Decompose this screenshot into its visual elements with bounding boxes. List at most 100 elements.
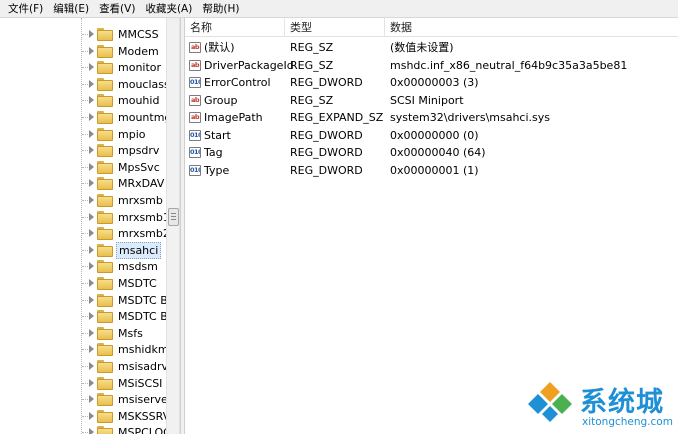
folder-icon [97, 111, 113, 124]
value-type: REG_DWORD [290, 146, 363, 159]
folder-icon [97, 44, 113, 58]
folder-icon [97, 127, 113, 141]
value-name: Group [204, 93, 238, 107]
expand-arrow-icon[interactable] [89, 345, 94, 354]
tree-item[interactable]: mouclass [0, 76, 166, 93]
tree-item[interactable]: MSPCLOC [0, 424, 166, 434]
column-header-data[interactable]: 数据 [385, 18, 678, 37]
value-row[interactable]: 010 Start REG_DWORD 0x00000000 (0) [185, 127, 678, 145]
expand-arrow-icon[interactable] [89, 362, 94, 370]
tree-item[interactable]: mrxsmb20 [0, 225, 166, 242]
menu-item[interactable]: 文件(F) [3, 0, 48, 18]
expand-arrow-icon[interactable] [89, 146, 94, 155]
tree-connector [82, 316, 88, 318]
value-row[interactable]: ab (默认) REG_SZ (数值未设置) [185, 39, 678, 57]
tree-connector [82, 399, 88, 401]
value-type: REG_DWORD [290, 163, 363, 177]
expand-arrow-icon[interactable] [89, 30, 94, 38]
expand-arrow-icon[interactable] [89, 245, 94, 254]
menu-item[interactable]: 帮助(H) [197, 0, 244, 18]
expand-arrow-icon[interactable] [89, 378, 94, 387]
string-value-icon: ab [189, 59, 201, 71]
tree-item-label: Msfs [118, 326, 143, 340]
tree-item[interactable]: MSKSSRV [0, 408, 166, 425]
expand-arrow-icon[interactable] [89, 262, 94, 271]
tree-item[interactable]: mouhid [0, 92, 166, 109]
value-row[interactable]: ab Group REG_SZ SCSI Miniport [185, 92, 678, 110]
expand-arrow-icon[interactable] [89, 328, 94, 337]
expand-arrow-icon[interactable] [89, 79, 94, 88]
tree-item[interactable]: MSiSCSI [0, 375, 166, 392]
tree-item[interactable]: mshidkmc [0, 341, 166, 358]
value-row[interactable]: ab DriverPackageId REG_SZ mshdc.inf_x86_neu… [185, 57, 678, 75]
expand-arrow-icon[interactable] [89, 63, 94, 72]
tree-item[interactable]: MSDTC Br [0, 308, 166, 325]
folder-icon [97, 61, 113, 75]
tree-item[interactable]: msisadrv [0, 358, 166, 375]
tree-item[interactable]: mountmg [0, 109, 166, 126]
expand-arrow-icon[interactable] [89, 229, 94, 238]
tree-item[interactable]: mpio [0, 126, 166, 143]
string-value-icon: ab [189, 112, 201, 123]
tree-item[interactable]: monitor [0, 59, 166, 76]
expand-arrow-icon[interactable] [89, 312, 94, 321]
tree-item[interactable]: MpsSvc [0, 159, 166, 176]
tree-item[interactable]: msahci [0, 241, 166, 259]
tree-item-label: MSiSCSI [118, 376, 163, 390]
tree-item[interactable]: msiserver [0, 391, 166, 408]
tree-item[interactable]: mrxsmb [0, 192, 166, 209]
tree-item[interactable]: mpsdrv [0, 142, 166, 159]
binary-value-icon: 010 [189, 77, 201, 88]
value-data: 0x00000001 (1) [390, 163, 479, 177]
tree-vertical-scrollbar[interactable] [166, 18, 180, 434]
expand-arrow-icon[interactable] [89, 295, 94, 304]
expand-arrow-icon[interactable] [89, 179, 94, 188]
expand-arrow-icon[interactable] [89, 46, 94, 55]
expand-arrow-icon[interactable] [89, 212, 94, 221]
tree-connector [82, 299, 88, 301]
menu-item[interactable]: 编辑(E) [48, 0, 94, 18]
scrollbar-thumb[interactable] [168, 208, 179, 226]
registry-values-list[interactable]: 名称 类型 数据 ab (默认) REG_SZ (数值未设置) ab DriverPack… [185, 18, 678, 434]
expand-arrow-icon[interactable] [89, 279, 94, 287]
value-type: REG_DWORD [290, 128, 363, 142]
menu-item[interactable]: 查看(V) [94, 0, 140, 18]
expand-arrow-icon[interactable] [89, 428, 94, 434]
tree-item[interactable]: MSDTC Br [0, 292, 166, 309]
menu-item[interactable]: 收藏夹(A) [140, 0, 197, 18]
tree-item[interactable]: MMCSS [0, 26, 166, 43]
tree-item[interactable]: mrxsmb10 [0, 209, 166, 226]
column-header-name[interactable]: 名称 [185, 18, 285, 37]
binary-value-icon: 010 [189, 164, 201, 176]
binary-value-icon: 010 [189, 129, 201, 141]
value-row[interactable]: 010 Tag REG_DWORD 0x00000040 (64) [185, 144, 678, 162]
expand-arrow-icon[interactable] [89, 411, 94, 420]
watermark-title: 系统城 [580, 387, 664, 418]
value-data: 0x00000040 (64) [390, 146, 486, 159]
tree-item[interactable]: Msfs [0, 325, 166, 342]
expand-arrow-icon[interactable] [89, 395, 94, 404]
value-row[interactable]: ab ImagePath REG_EXPAND_SZ system32\drivers… [185, 109, 678, 127]
binary-value-icon: 010 [189, 147, 201, 158]
tree-item[interactable]: Modem [0, 43, 166, 60]
folder-icon [97, 393, 113, 407]
tree-item[interactable]: msdsm [0, 258, 166, 275]
expand-arrow-icon[interactable] [89, 113, 94, 121]
expand-arrow-icon[interactable] [89, 196, 94, 204]
menu-bar: 文件(F) 编辑(E) 查看(V) 收藏夹(A) 帮助(H) [0, 0, 678, 18]
value-row[interactable]: 010 Type REG_DWORD 0x00000001 (1) [185, 162, 678, 180]
folder-icon [97, 376, 113, 390]
column-header-type[interactable]: 类型 [285, 18, 385, 37]
tree-item[interactable]: MSDTC [0, 275, 166, 292]
expand-arrow-icon[interactable] [89, 129, 94, 138]
tree-item[interactable]: MRxDAV [0, 175, 166, 192]
folder-icon [97, 77, 113, 91]
value-row[interactable]: 010 ErrorControl REG_DWORD 0x00000003 (3) [185, 74, 678, 92]
folder-icon [97, 28, 113, 41]
tree-connector [82, 117, 88, 118]
expand-arrow-icon[interactable] [89, 96, 94, 105]
tree-connector [82, 283, 88, 284]
registry-key-tree[interactable]: MMCSS Modem monitor mouclass mouhid mountmg mp… [0, 18, 166, 434]
tree-connector [82, 67, 88, 69]
expand-arrow-icon[interactable] [89, 162, 94, 171]
